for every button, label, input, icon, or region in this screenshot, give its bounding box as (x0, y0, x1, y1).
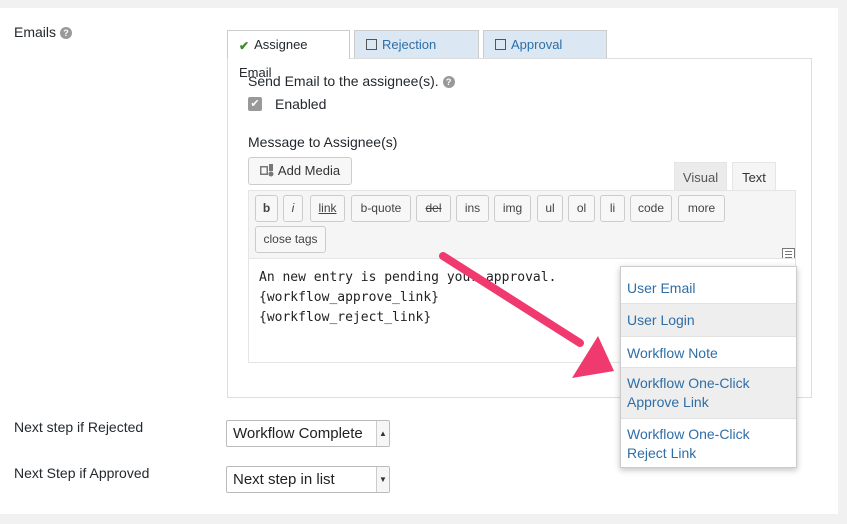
tab-assignee-email[interactable]: ✔ Assignee Email (227, 30, 350, 80)
select-value: Workflow Complete (233, 425, 363, 442)
annotation-arrow (439, 252, 614, 378)
next-step-rejected-select[interactable]: Workflow Complete ▲ (226, 420, 390, 447)
next-step-approved-label: Next Step if Approved (14, 465, 150, 481)
next-step-rejected-label: Next step if Rejected (14, 419, 144, 435)
checkmark-icon: ✔ (239, 39, 250, 53)
select-value: Next step in list (233, 471, 335, 488)
dropdown-arrow-icon: ▲ (376, 421, 389, 446)
next-step-approved-select[interactable]: Next step in list ▼ (226, 466, 390, 493)
dropdown-arrow-icon: ▼ (376, 467, 389, 492)
